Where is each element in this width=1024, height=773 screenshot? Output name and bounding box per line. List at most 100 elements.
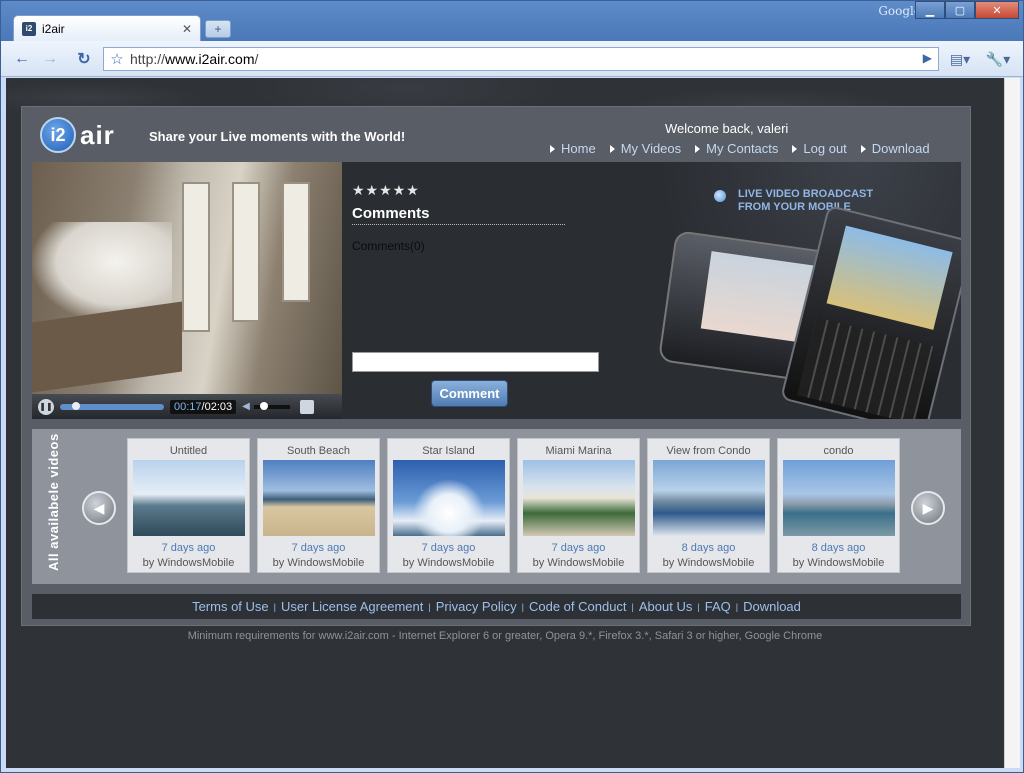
thumbnail-image[interactable] — [522, 460, 635, 536]
reload-button[interactable]: ↻ — [71, 46, 97, 72]
forward-button[interactable]: → — [37, 46, 63, 72]
comments-panel: ★★★★★ Comments Comments(0) — [352, 182, 612, 253]
video-thumbnail[interactable]: condo 8 days ago by WindowsMobile — [777, 438, 900, 573]
comment-input[interactable] — [352, 352, 599, 372]
footer-link-terms[interactable]: Terms of Use — [192, 599, 269, 614]
comment-button[interactable]: Comment — [431, 380, 508, 407]
thumbnail-age: 7 days ago — [551, 542, 606, 554]
time-display: 00:17/02:03 — [170, 399, 237, 414]
thumbnail-age: 7 days ago — [161, 542, 216, 554]
thumbnail-author: by WindowsMobile — [402, 557, 495, 569]
nav-log-out[interactable]: Log out — [792, 141, 846, 156]
vertical-scrollbar[interactable] — [1004, 78, 1020, 768]
seek-bar[interactable] — [60, 401, 164, 410]
thumbnail-age: 7 days ago — [291, 542, 346, 554]
footer-link-download[interactable]: Download — [743, 599, 801, 614]
address-bar[interactable]: ☆ http://www.i2air.com/ ▶ — [103, 47, 939, 71]
volume-icon[interactable]: ◀ — [242, 401, 250, 412]
thumbnail-title: Miami Marina — [545, 445, 612, 457]
thumbnail-author: by WindowsMobile — [662, 557, 755, 569]
thumbnail-age: 8 days ago — [811, 542, 866, 554]
thumbnail-title: South Beach — [287, 445, 350, 457]
rating-stars[interactable]: ★★★★★ — [352, 182, 612, 199]
thumbnail-title: View from Condo — [666, 445, 751, 457]
nav-home[interactable]: Home — [550, 141, 596, 156]
close-window-button[interactable]: ✕ — [975, 1, 1019, 19]
footer-link-conduct[interactable]: Code of Conduct — [529, 599, 627, 614]
separator: | — [697, 601, 700, 612]
close-tab-icon[interactable]: ✕ — [182, 22, 192, 36]
video-thumbnail[interactable]: Star Island 7 days ago by WindowsMobile — [387, 438, 510, 573]
video-frame[interactable] — [32, 162, 342, 394]
requirements-text: Minimum requirements for www.i2air.com -… — [187, 630, 823, 642]
go-arrow-icon[interactable]: ▶ — [923, 51, 932, 65]
video-thumbnail[interactable]: View from Condo 8 days ago by WindowsMob… — [647, 438, 770, 573]
thumbnail-image[interactable] — [652, 460, 765, 536]
pause-button[interactable]: ❚❚ — [38, 398, 54, 415]
comments-count: Comments(0) — [352, 239, 425, 253]
browser-tab[interactable]: i2 i2air ✕ — [13, 15, 201, 41]
next-arrow-icon[interactable]: ▶ — [911, 491, 945, 525]
volume-slider[interactable] — [253, 401, 290, 410]
logo-badge: i2 — [40, 117, 76, 153]
comments-title: Comments — [352, 205, 565, 225]
thumbnail-title: Star Island — [422, 445, 475, 457]
prev-arrow-icon[interactable]: ◀ — [82, 491, 116, 525]
video-thumbnail[interactable]: Miami Marina 7 days ago by WindowsMobile — [517, 438, 640, 573]
thumbnail-title: Untitled — [169, 445, 208, 457]
site-container: i2 air Share your Live moments with the … — [21, 106, 971, 626]
stable-door — [282, 182, 310, 302]
back-button[interactable]: ← — [9, 46, 35, 72]
promo-banner[interactable]: LIVE VIDEO BROADCAST FROM YOUR MOBILE — [622, 162, 961, 419]
top-navigation: Home My Videos My Contacts Log out Downl… — [550, 141, 930, 156]
maximize-button[interactable]: ▢ — [945, 1, 975, 19]
window-controls: ▁ ▢ ✕ — [915, 1, 1019, 19]
phone-keyboard — [797, 317, 934, 419]
nav-download[interactable]: Download — [861, 141, 930, 156]
footer-link-about[interactable]: About Us — [639, 599, 692, 614]
video-thumbnail[interactable]: Untitled 7 days ago by WindowsMobile — [127, 438, 250, 573]
thumbnail-author: by WindowsMobile — [792, 557, 885, 569]
new-tab-button[interactable]: + — [205, 20, 231, 38]
footer-link-privacy[interactable]: Privacy Policy — [436, 599, 517, 614]
thumbnail-image[interactable] — [262, 460, 375, 536]
fullscreen-button[interactable] — [299, 399, 314, 414]
footer-link-license[interactable]: User License Agreement — [281, 599, 423, 614]
stable-door — [182, 182, 210, 332]
tab-favicon-icon: i2 — [22, 21, 36, 36]
browser-toolbar: ← → ↻ ☆ http://www.i2air.com/ ▶ ▤▾ 🔧▾ — [1, 41, 1023, 77]
url-text[interactable]: http://www.i2air.com/ — [130, 51, 258, 67]
separator: | — [273, 601, 276, 612]
thumbnail-age: 7 days ago — [421, 542, 476, 554]
footer-link-faq[interactable]: FAQ — [705, 599, 731, 614]
thumbnail-image[interactable] — [132, 460, 245, 536]
wrench-menu-icon[interactable]: 🔧▾ — [981, 47, 1015, 71]
page-menu-icon[interactable]: ▤▾ — [943, 47, 977, 71]
thumbnail-image[interactable] — [782, 460, 895, 536]
stable-door — [232, 182, 260, 322]
logo-wordmark: air — [80, 119, 115, 150]
thumbnail-image[interactable] — [392, 460, 505, 536]
footer-links: Terms of Use | User License Agreement | Pr… — [32, 594, 961, 619]
site-tagline: Share your Live moments with the World! — [149, 129, 406, 144]
separator: | — [735, 601, 739, 612]
bookmark-star-icon[interactable]: ☆ — [104, 50, 130, 68]
page-viewport: i2 air Share your Live moments with the … — [6, 78, 1004, 768]
thumbnail-age: 8 days ago — [681, 542, 736, 554]
nav-my-videos[interactable]: My Videos — [610, 141, 681, 156]
tab-strip: i2 i2air ✕ + Google ▁ ▢ ✕ — [1, 1, 1023, 41]
minimize-button[interactable]: ▁ — [915, 1, 945, 19]
gallery-label: All availabele videos — [46, 433, 61, 571]
video-controls: ❚❚ 00:17/02:03 ◀ — [32, 394, 342, 419]
video-thumbnail[interactable]: South Beach 7 days ago by WindowsMobile — [257, 438, 380, 573]
separator: | — [521, 601, 524, 612]
thumbnail-author: by WindowsMobile — [532, 557, 625, 569]
tab-title: i2air — [42, 21, 65, 36]
nav-my-contacts[interactable]: My Contacts — [695, 141, 778, 156]
site-logo[interactable]: i2 air — [40, 117, 115, 153]
video-gallery: All availabele videos ◀ Untitled 7 days … — [32, 429, 961, 584]
phone-screen — [826, 225, 953, 330]
welcome-message: Welcome back, valeri — [665, 121, 789, 136]
thumbnail-author: by WindowsMobile — [272, 557, 365, 569]
video-player[interactable]: ❚❚ 00:17/02:03 ◀ — [32, 162, 342, 419]
